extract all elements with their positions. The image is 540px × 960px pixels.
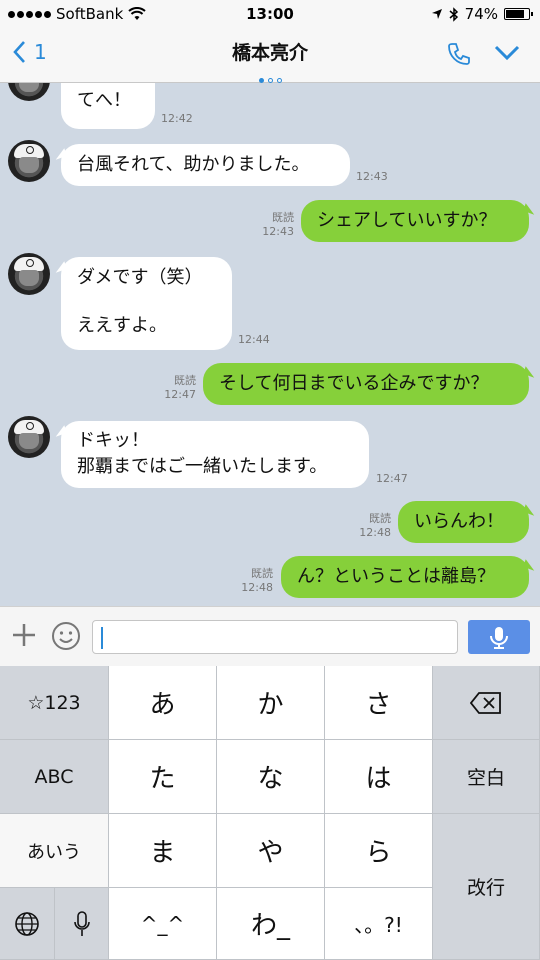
message-input[interactable] [92, 620, 458, 654]
battery-icon [504, 8, 533, 20]
microphone-icon [73, 910, 90, 936]
key-kaomoji[interactable]: ^_^ [109, 888, 217, 960]
read-receipt: 既読 12:47 [164, 374, 196, 402]
avatar[interactable] [8, 83, 50, 101]
location-icon [431, 9, 442, 19]
key-kana-mode[interactable]: あいう [0, 814, 109, 888]
read-receipt: 既読 12:48 [241, 567, 273, 595]
read-receipt: 既読 12:43 [262, 211, 294, 239]
message-time: 12:48 [359, 526, 391, 539]
message-bubble-outgoing[interactable]: いらんわ！ [398, 501, 529, 543]
key-ha[interactable]: は [325, 740, 433, 814]
key-dictation[interactable] [55, 888, 109, 960]
read-label: 既読 [251, 567, 273, 580]
voice-input-button[interactable] [468, 620, 530, 654]
read-label: 既読 [369, 512, 391, 525]
message-time: 12:48 [241, 581, 273, 594]
message-time: 12:42 [161, 112, 193, 125]
message-bubble-incoming[interactable]: ダメです（笑） ええすよ。 [61, 257, 232, 350]
message-bubble-incoming[interactable]: 台風それて、助かりました。 [61, 144, 350, 186]
avatar[interactable] [8, 416, 50, 458]
key-sa[interactable]: さ [325, 666, 433, 740]
key-symbols[interactable]: ☆123 [0, 666, 109, 740]
key-ka[interactable]: か [217, 666, 325, 740]
read-receipt: 既読 12:48 [359, 512, 391, 540]
message-line: 那覇まではご一緒いたします。 [77, 456, 328, 477]
chat-header: 1 橋本亮介 [0, 28, 540, 83]
message-text: ん？ということは離島？ [297, 566, 495, 587]
key-ma[interactable]: ま [109, 814, 217, 888]
message-bubble-outgoing[interactable]: そして何日までいる企みですか？ [203, 363, 529, 405]
message-bubble-incoming[interactable]: ドキッ！ 那覇まではご一緒いたします。 [61, 421, 369, 488]
message-time: 12:43 [356, 170, 388, 183]
message-text: そして何日までいる企みですか？ [219, 373, 489, 394]
plus-icon[interactable] [10, 621, 38, 649]
message-input-bar [0, 606, 540, 666]
message-time: 12:44 [238, 333, 270, 346]
backspace-icon [470, 691, 501, 714]
key-space[interactable]: 空白 [433, 740, 540, 814]
message-line: ドキッ！ [77, 430, 149, 451]
message-line: ダメです（笑） [77, 267, 203, 288]
message-text: いらんわ！ [414, 511, 504, 532]
status-right: 74% [431, 5, 533, 23]
message-bubble-incoming[interactable]: てへ！ [61, 83, 155, 129]
smiley-icon[interactable] [51, 621, 81, 651]
key-backspace[interactable] [433, 666, 540, 740]
key-enter[interactable]: 改行 [433, 814, 540, 960]
message-line: ええすよ。 [77, 315, 167, 336]
microphone-icon [490, 627, 508, 649]
key-ra[interactable]: ら [325, 814, 433, 888]
avatar[interactable] [8, 253, 50, 295]
message-time: 12:47 [164, 388, 196, 401]
key-a[interactable]: あ [109, 666, 217, 740]
message-time: 12:47 [376, 472, 408, 485]
message-text: シェアしていいすか？ [317, 210, 497, 231]
key-ya[interactable]: や [217, 814, 325, 888]
key-punctuation[interactable]: 、。?! [325, 888, 433, 960]
key-globe[interactable] [0, 888, 55, 960]
chat-area[interactable]: てへ！ 12:42 台風それて、助かりました。 12:43 既読 12:43 シ… [0, 83, 540, 606]
phone-icon[interactable] [446, 41, 472, 67]
message-bubble-outgoing[interactable]: ん？ということは離島？ [281, 556, 529, 598]
message-text: 台風それて、助かりました。 [77, 154, 310, 175]
avatar[interactable] [8, 140, 50, 182]
globe-icon [15, 911, 39, 936]
bluetooth-icon [449, 6, 458, 22]
key-abc[interactable]: ABC [0, 740, 109, 814]
key-ta[interactable]: た [109, 740, 217, 814]
text-caret [101, 627, 103, 649]
message-time: 12:43 [262, 225, 294, 238]
message-bubble-outgoing[interactable]: シェアしていいすか？ [301, 200, 529, 242]
key-wa[interactable]: わ_ [217, 888, 325, 960]
read-label: 既読 [174, 374, 196, 387]
keyboard: ☆123 あ か さ ABC た な は 空白 あいう ま や ら 改行 ^_^… [0, 666, 540, 960]
battery-percent: 74% [464, 5, 498, 23]
chevron-down-icon[interactable] [494, 44, 520, 62]
key-na[interactable]: な [217, 740, 325, 814]
message-text: てへ！ [77, 90, 131, 111]
status-bar: SoftBank 13:00 74% [0, 0, 540, 28]
read-label: 既読 [272, 211, 294, 224]
